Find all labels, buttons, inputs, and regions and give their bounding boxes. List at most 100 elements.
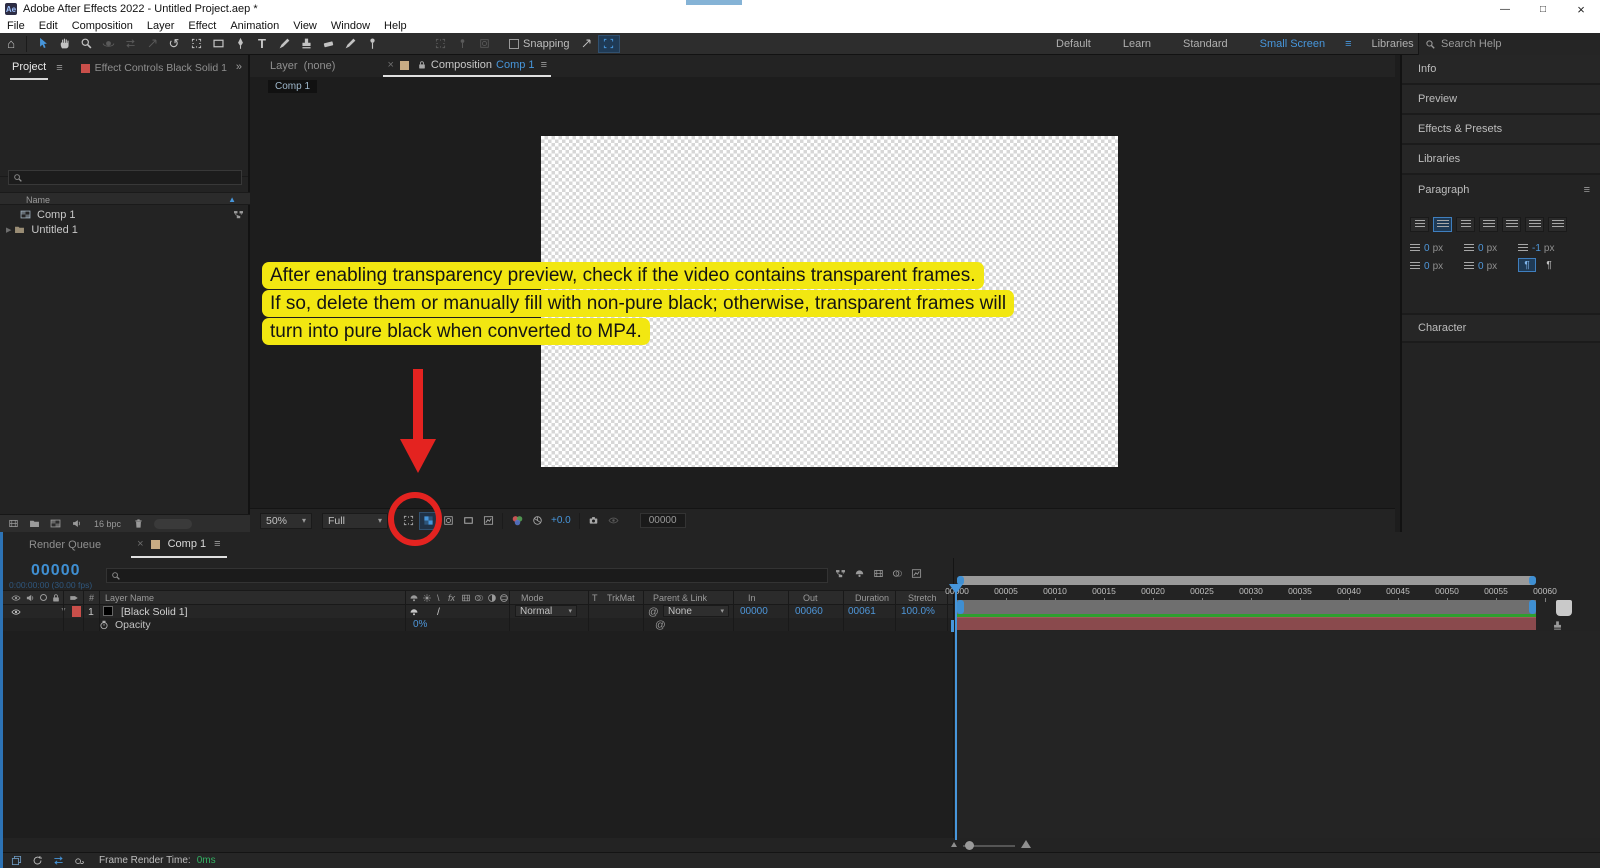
- align-center-button[interactable]: [1433, 217, 1452, 232]
- stopwatch-icon[interactable]: [99, 620, 109, 630]
- snapshot-icon[interactable]: [585, 512, 603, 530]
- menu-layer[interactable]: Layer: [147, 20, 175, 32]
- current-time-display[interactable]: 00000: [31, 562, 81, 580]
- viewer-menu-icon[interactable]: ≡: [541, 59, 547, 71]
- work-area-start-handle[interactable]: [957, 600, 964, 614]
- panel-effects-presets[interactable]: Effects & Presets: [1402, 115, 1600, 145]
- first-line-indent-field[interactable]: -1px: [1518, 243, 1554, 254]
- direction-rtl-button[interactable]: ¶: [1540, 258, 1558, 272]
- search-help-input[interactable]: [1441, 38, 1581, 50]
- magnification-select[interactable]: 50%▾: [260, 513, 312, 529]
- timeline-zoom-slider-thumb[interactable]: [965, 841, 974, 850]
- timeline-ruler-area[interactable]: 00000 00005 00010 00015 00020 00025 0003…: [953, 558, 1600, 631]
- cache-refresh-icon[interactable]: [32, 855, 43, 866]
- interpret-footage-icon[interactable]: [8, 518, 19, 529]
- property-name[interactable]: Opacity: [115, 619, 151, 631]
- menu-window[interactable]: Window: [331, 20, 370, 32]
- close-button[interactable]: ×: [1562, 0, 1600, 18]
- maximize-button[interactable]: □: [1524, 0, 1562, 18]
- close-tab-icon[interactable]: ×: [137, 538, 143, 550]
- space-after-field[interactable]: 0px: [1464, 261, 1497, 272]
- comp-marker-bin[interactable]: [1556, 600, 1572, 616]
- project-item-label[interactable]: Comp 1: [37, 209, 76, 221]
- panel-info[interactable]: Info: [1402, 55, 1600, 85]
- time-navigator-bar[interactable]: [957, 576, 1536, 585]
- zoom-tool[interactable]: [75, 34, 97, 54]
- tab-layer[interactable]: Layer (none): [270, 60, 335, 72]
- trkmat-column-header[interactable]: TrkMat: [607, 593, 635, 603]
- name-column-header[interactable]: Name: [26, 195, 50, 205]
- clone-stamp-tool[interactable]: [295, 34, 317, 54]
- work-area-end-handle[interactable]: [1529, 600, 1536, 614]
- justify-last-right-button[interactable]: [1525, 217, 1544, 232]
- graph-editor-icon[interactable]: [911, 568, 922, 579]
- layer-visibility-eye-icon[interactable]: [11, 607, 21, 617]
- menu-effect[interactable]: Effect: [188, 20, 216, 32]
- reset-exposure-icon[interactable]: [528, 512, 546, 530]
- pen-tool[interactable]: [229, 34, 251, 54]
- shape-tool[interactable]: [207, 34, 229, 54]
- layer-duration-bar[interactable]: [957, 617, 1536, 631]
- indent-right-field[interactable]: 0px: [1410, 261, 1443, 272]
- render-multiple-frames-icon[interactable]: [11, 855, 22, 866]
- new-composition-icon[interactable]: [50, 518, 61, 529]
- t-column-header[interactable]: T: [592, 593, 598, 603]
- parent-select[interactable]: None ▾: [663, 605, 729, 617]
- layer-out-value[interactable]: 00060: [795, 606, 823, 617]
- workspace-libraries[interactable]: Libraries: [1372, 38, 1414, 50]
- project-row-untitled1[interactable]: ▶ Untitled 1: [0, 222, 250, 237]
- property-row-opacity[interactable]: Opacity 0% @: [3, 618, 953, 631]
- property-pickwhip-icon[interactable]: @: [655, 619, 666, 631]
- layer-row-black-solid-1[interactable]: ▼ 1 [Black Solid 1] / Normal ▾ @ None ▾ …: [3, 605, 953, 618]
- hand-tool[interactable]: [53, 34, 75, 54]
- sort-ascending-icon[interactable]: ▲: [228, 195, 236, 204]
- layer-in-value[interactable]: 00000: [740, 606, 768, 617]
- eraser-tool[interactable]: [317, 34, 339, 54]
- project-bpc-label[interactable]: 16 bpc: [94, 519, 121, 529]
- composition-subtab[interactable]: Comp 1: [268, 80, 317, 93]
- search-help-box[interactable]: [1418, 33, 1600, 55]
- align-right-button[interactable]: [1456, 217, 1475, 232]
- project-item-label[interactable]: Untitled 1: [31, 224, 77, 236]
- direction-ltr-button[interactable]: ¶: [1518, 258, 1536, 272]
- timeline-search-field[interactable]: [106, 568, 828, 583]
- opacity-value[interactable]: 0%: [413, 619, 427, 630]
- rotation-tool[interactable]: ↺: [163, 34, 185, 54]
- work-area-bar[interactable]: [957, 600, 1536, 614]
- parent-pickwhip-icon[interactable]: @: [648, 606, 659, 618]
- in-column-header[interactable]: In: [748, 593, 756, 603]
- playhead-line[interactable]: [955, 585, 957, 840]
- home-button[interactable]: ⌂: [0, 34, 22, 54]
- workspace-menu-icon[interactable]: ≡: [1345, 38, 1351, 50]
- snapping-checkbox[interactable]: [509, 39, 519, 49]
- menu-file[interactable]: File: [7, 20, 25, 32]
- region-of-interest-icon[interactable]: [459, 512, 477, 530]
- tab-render-queue[interactable]: Render Queue: [29, 539, 101, 551]
- brush-tool[interactable]: [273, 34, 295, 54]
- timeline-menu-icon[interactable]: ≡: [214, 538, 220, 550]
- layer-stretch-value[interactable]: 100.0%: [901, 606, 935, 617]
- lock-icon[interactable]: [417, 60, 427, 70]
- layer-name-column-header[interactable]: Layer Name: [105, 593, 154, 603]
- out-column-header[interactable]: Out: [803, 593, 818, 603]
- tab-effect-controls[interactable]: Effect Controls Black Solid 1: [95, 62, 227, 74]
- tab-composition[interactable]: × Composition Comp 1 ≡: [383, 55, 551, 77]
- project-search-field[interactable]: [8, 170, 242, 185]
- pan-behind-tool[interactable]: [185, 34, 207, 54]
- comp-button-icon[interactable]: [1552, 620, 1563, 631]
- workspace-small-screen[interactable]: Small Screen: [1260, 38, 1325, 50]
- playhead-handle[interactable]: [949, 584, 963, 594]
- menu-view[interactable]: View: [293, 20, 317, 32]
- new-folder-icon[interactable]: [29, 518, 40, 529]
- panel-libraries[interactable]: Libraries: [1402, 145, 1600, 175]
- snap-options-icon[interactable]: [576, 34, 598, 54]
- shy-toggle-icon[interactable]: [854, 568, 865, 579]
- expand-arrow-icon[interactable]: ▶: [6, 226, 11, 234]
- align-left-button[interactable]: [1410, 217, 1429, 232]
- workspace-standard[interactable]: Standard: [1183, 38, 1228, 50]
- menu-animation[interactable]: Animation: [230, 20, 279, 32]
- trash-icon[interactable]: [133, 518, 144, 529]
- selection-tool[interactable]: [31, 34, 53, 54]
- type-tool[interactable]: T: [251, 34, 273, 54]
- resolution-select[interactable]: Full▾: [322, 513, 388, 529]
